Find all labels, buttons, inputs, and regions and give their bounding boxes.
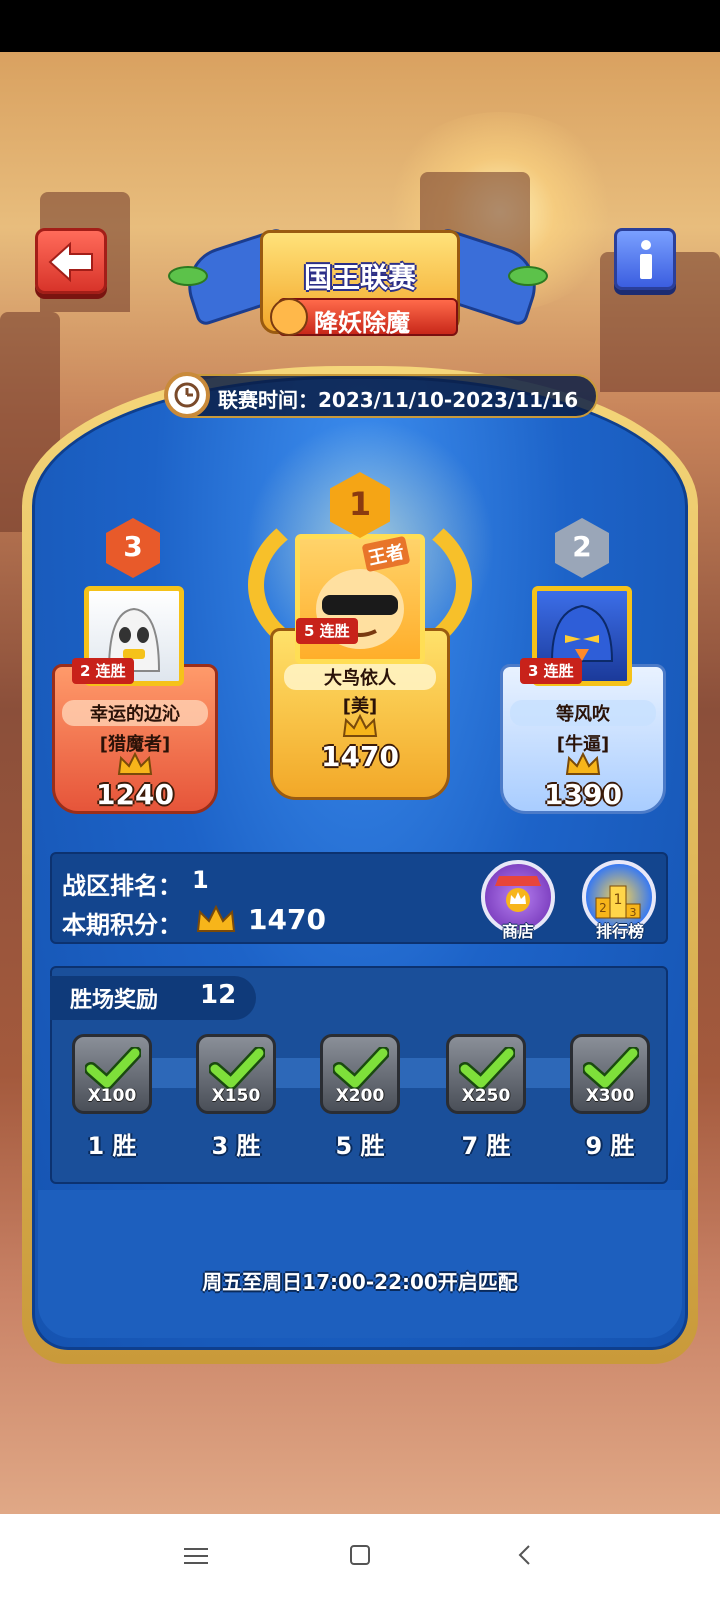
- league-time-text: 联赛时间：2023/11/10-2023/11/16: [218, 388, 579, 412]
- wins-required: 1 胜: [87, 1132, 137, 1160]
- svg-text:2: 2: [599, 901, 607, 915]
- crown-icon: [196, 905, 236, 932]
- svg-text:1: 1: [614, 892, 623, 908]
- rank-number: 2: [572, 530, 592, 563]
- leaf-decoration: [508, 266, 548, 286]
- shop-label: 商店: [501, 922, 534, 941]
- back-arrow-icon: [48, 241, 93, 283]
- match-area: [38, 1190, 682, 1338]
- reward-amount: X200: [335, 1086, 385, 1106]
- wins-reward-label: 胜场奖励: [70, 988, 159, 1013]
- crown-icon: [342, 714, 378, 737]
- player-score: 1470: [321, 740, 399, 773]
- check-icon: [333, 1047, 389, 1090]
- crown-icon: [117, 752, 153, 775]
- reward-amount: X150: [211, 1086, 261, 1106]
- wins-required: 3 胜: [211, 1132, 261, 1160]
- check-icon: [583, 1047, 639, 1090]
- info-button[interactable]: [614, 228, 676, 290]
- home-icon[interactable]: [340, 1537, 380, 1577]
- game-screen: 国王联赛 降妖除魔 联赛时间：2023/11/10-2023/11/16 3 1…: [0, 0, 720, 1600]
- win-streak-badge: 3 连胜: [520, 658, 582, 684]
- player-name: 等风吹: [510, 700, 656, 726]
- zone-rank-label: 战区排名：: [62, 872, 182, 900]
- clock-icon: [164, 372, 210, 418]
- player-name: 幸运的边沁: [62, 700, 208, 726]
- check-icon: [85, 1047, 141, 1090]
- info-icon: [640, 240, 652, 279]
- menu-icon[interactable]: [176, 1537, 216, 1577]
- status-bar: [0, 0, 720, 52]
- leaf-decoration: [168, 266, 208, 286]
- player-score: 1240: [96, 778, 174, 811]
- reward-amount: X250: [461, 1086, 511, 1106]
- rank-number: 3: [123, 530, 143, 563]
- period-score-value: 1470: [248, 903, 326, 936]
- wins-required: 7 胜: [461, 1132, 511, 1160]
- wins-required: 9 胜: [585, 1132, 635, 1160]
- win-streak-badge: 2 连胜: [72, 658, 134, 684]
- reward-amount: X300: [585, 1086, 635, 1106]
- page-subtitle: 降妖除魔: [314, 309, 410, 337]
- check-icon: [209, 1047, 265, 1090]
- match-schedule-text: 周五至周日17:00-22:00开启匹配: [202, 1270, 518, 1294]
- period-score-label: 本期积分：: [62, 911, 182, 939]
- check-icon: [459, 1047, 515, 1090]
- player-score: 1390: [544, 778, 622, 811]
- wins-required: 5 胜: [335, 1132, 385, 1160]
- back-button[interactable]: [35, 228, 107, 294]
- reward-amount: X100: [87, 1086, 137, 1106]
- rank-number: 1: [348, 485, 372, 523]
- zone-rank-value: 1: [192, 866, 209, 894]
- page-title: 国王联赛: [303, 261, 416, 294]
- crown-icon: [565, 752, 601, 775]
- mascot-icon: [270, 298, 308, 336]
- win-streak-badge: 5 连胜: [296, 618, 358, 644]
- wins-reward-value: 12: [200, 980, 237, 1010]
- back-icon[interactable]: [504, 1537, 544, 1577]
- leaderboard-label: 排行榜: [595, 922, 644, 941]
- player-name: 大鸟依人: [284, 664, 436, 690]
